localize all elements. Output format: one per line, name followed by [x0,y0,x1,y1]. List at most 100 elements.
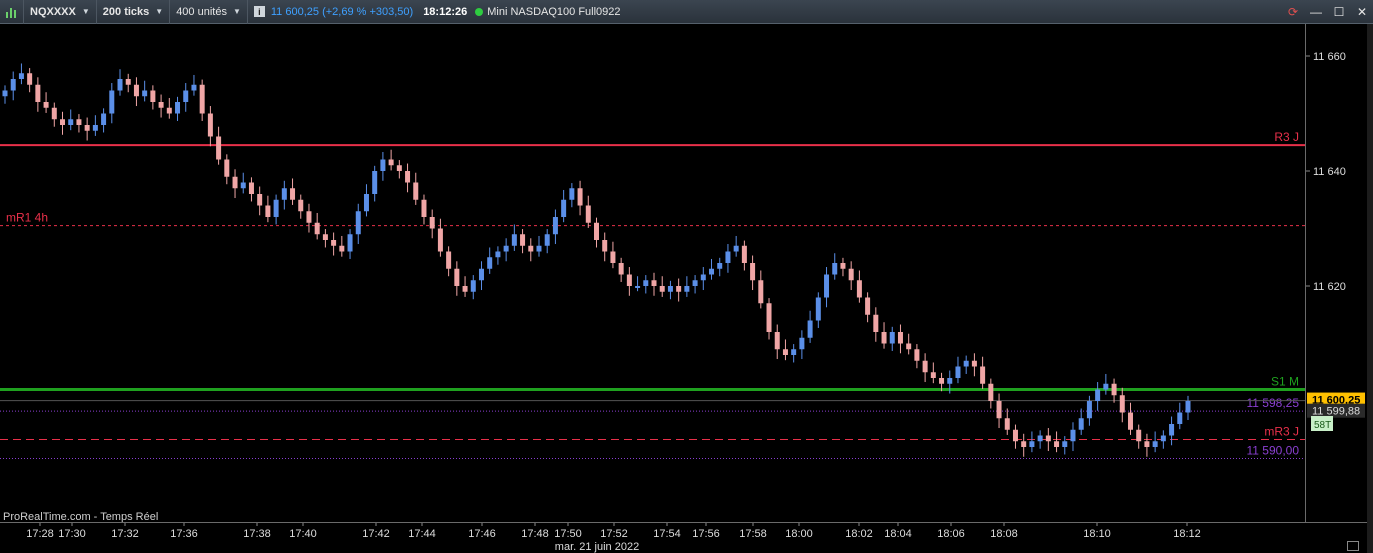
info-icon[interactable]: i [253,6,265,17]
candle-body [520,234,526,246]
price-axis[interactable]: 11 660 11 640 11 620 11 600,25 11 599,88 58T [1305,24,1367,522]
candle-body [265,205,271,217]
minimize-icon[interactable]: — [1309,5,1323,19]
candle-body [60,119,66,125]
x-tick-label: 18:08 [990,528,1018,540]
maximize-icon[interactable]: ☐ [1332,5,1346,19]
candle-body [1037,435,1043,442]
y-tick-label: 11 620 [1313,281,1346,293]
tick-badge-label: 58T [1314,420,1331,431]
candle-body [922,360,928,373]
candle-body [569,188,575,200]
candle-body [240,182,246,189]
candle-body [68,119,74,125]
x-tick-label: 17:40 [289,528,317,540]
candle-body [692,280,698,286]
candle-body [626,274,632,286]
candle-body [388,159,394,166]
candle-body [396,165,402,171]
level-label: mR3 J [1264,425,1299,439]
candle-body [1054,441,1060,447]
candle-body [1136,429,1142,442]
chevron-down-icon: ▼ [232,7,241,16]
price-axis-svg: 11 66011 64011 62011 600,2511 599,8858T [1306,51,1365,431]
candle-body [35,84,41,102]
units-selector[interactable]: 400 unités ▼ [170,0,248,24]
candle-body [782,349,788,355]
candle-body [561,199,567,217]
live-status-icon [475,7,484,16]
candle-body [897,332,903,344]
x-tick-label: 18:10 [1083,528,1111,540]
candle-body [355,211,361,235]
candle-body [10,79,16,91]
candle-body [971,360,977,367]
candle-body [199,84,205,114]
resize-icon[interactable] [1347,541,1359,551]
date-label: mar. 21 juin 2022 [555,541,639,553]
candle-body [700,274,706,281]
vertical-scrollbar[interactable] [1367,24,1373,553]
candle-body [955,366,961,378]
refresh-icon[interactable]: ⟳ [1286,5,1300,19]
x-tick-label: 17:30 [58,528,86,540]
candle-body [1095,389,1101,401]
candle-body [1111,383,1117,396]
level-label: 11 590,00 [1247,444,1300,458]
candle-body [881,332,887,344]
candle-body [610,251,616,263]
candle-body [1127,412,1133,430]
candle-body [462,286,468,292]
candle-body [372,171,378,194]
candle-body [824,274,830,298]
candle-body [577,188,583,206]
time-axis-svg: 17:28 17:30 17:32 17:36 17:38 17:40 17:42 17:44… [26,523,1201,553]
level-label: mR1 4h [6,211,48,225]
interval-selector[interactable]: 200 ticks ▼ [97,0,171,24]
candle-body [791,349,797,355]
candle-body [1152,441,1158,447]
candle-body [1070,429,1076,442]
candle-body [1169,424,1175,436]
candle-body [939,378,945,384]
close-icon[interactable]: ✕ [1355,5,1369,19]
candle-body [1103,383,1109,390]
interval-label: 200 ticks [102,5,150,18]
candle-body [207,113,213,137]
candle-body [1012,429,1018,442]
candle-body [725,251,731,263]
candle-body [43,102,49,108]
candle-body [873,314,879,332]
candle-body [224,159,230,177]
candle-body [1078,418,1084,430]
x-tick-label: 17:38 [243,528,271,540]
candle-body [495,251,501,258]
y-tick-label: 11 640 [1313,166,1346,178]
candle-body [322,234,328,240]
symbol-selector[interactable]: NQXXXX ▼ [24,0,97,24]
candle-body [594,222,599,240]
candle-body [1062,441,1068,447]
candle-body [158,102,164,108]
candle-body [109,90,115,114]
candle-body [651,280,657,286]
price-chart[interactable]: R3 J mR1 4h S1 M 11 598,25 mR3 J 11 590,00 [0,24,1305,522]
chart-area[interactable]: R3 JmR1 4h S1 M 11 598,25 mR3 J 11 590,00 Pr… [0,24,1305,523]
x-tick-label: 18:00 [785,528,813,540]
candle-body [832,263,838,275]
candle-body [766,303,772,332]
x-tick-label: 17:32 [111,528,139,540]
candle-body [380,159,386,171]
candle-body [306,211,312,223]
candle-body [528,245,534,252]
bar-chart-icon[interactable] [0,0,24,24]
x-tick-label: 17:58 [739,528,767,540]
candle-body [733,245,739,252]
x-tick-label: 18:12 [1173,528,1201,540]
candle-body [347,234,353,252]
candle-body [676,286,682,292]
candle-body [446,251,452,269]
x-tick-label: 17:28 [26,528,54,540]
time-axis[interactable]: 17:28 17:30 17:32 17:36 17:38 17:40 17:42 17:44… [0,522,1367,553]
candle-body [429,217,435,229]
